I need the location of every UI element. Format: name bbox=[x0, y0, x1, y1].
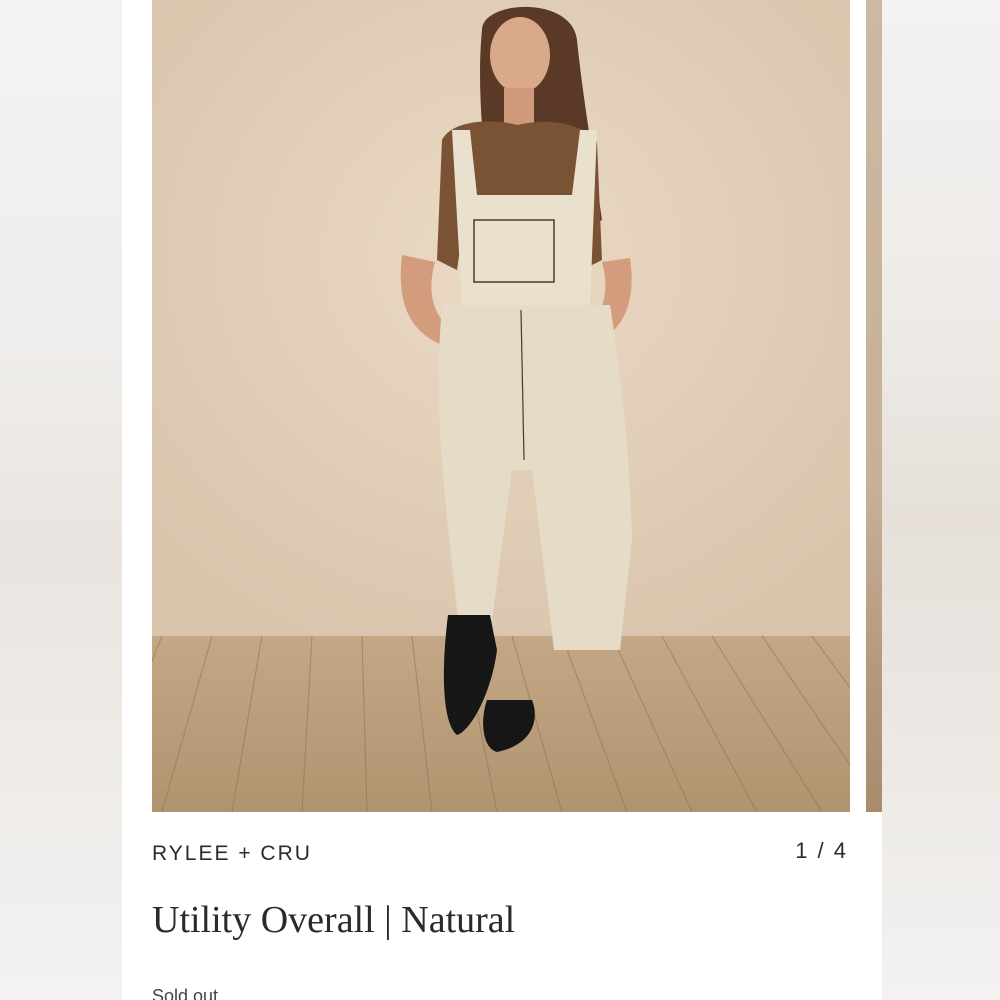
blurred-background-left bbox=[0, 0, 122, 1000]
next-image-peek[interactable] bbox=[866, 0, 882, 812]
product-image[interactable] bbox=[152, 0, 850, 812]
product-card: RYLEE + CRU 1 / 4 Utility Overall | Natu… bbox=[122, 0, 882, 1000]
brand-name[interactable]: RYLEE + CRU bbox=[152, 842, 312, 866]
blurred-background-right bbox=[882, 0, 1000, 1000]
product-status-partial: Sold out bbox=[152, 986, 219, 1000]
product-title: Utility Overall | Natural bbox=[152, 899, 516, 941]
screen: RYLEE + CRU 1 / 4 Utility Overall | Natu… bbox=[0, 0, 1000, 1000]
model-photo bbox=[152, 0, 850, 812]
image-counter: 1 / 4 bbox=[795, 838, 848, 863]
